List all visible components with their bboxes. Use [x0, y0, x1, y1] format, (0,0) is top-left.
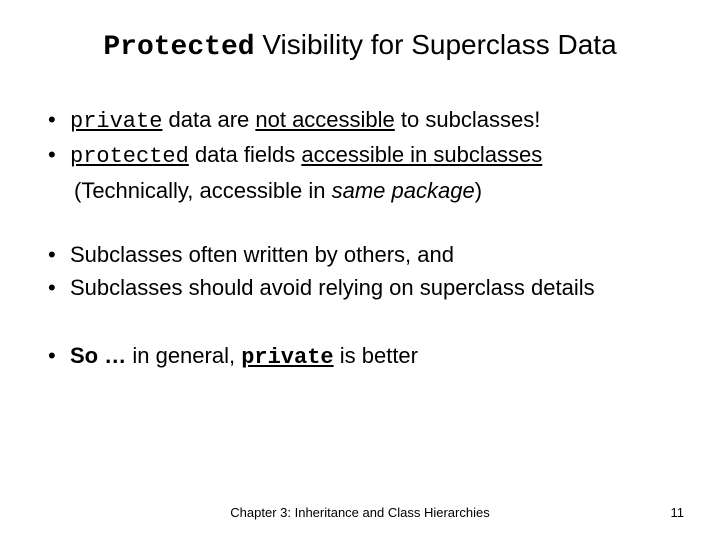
spacer: [40, 307, 680, 341]
bullet-list-2: Subclasses often written by others, and …: [44, 240, 680, 303]
code-private: private: [70, 109, 162, 134]
title-rest: Visibility for Superclass Data: [255, 29, 617, 60]
title-code: Protected: [103, 32, 254, 63]
bullet-list-1: private data are not accessible to subcl…: [44, 105, 680, 172]
text-italic: same package: [332, 178, 475, 203]
bullet-private: private data are not accessible to subcl…: [44, 105, 680, 137]
text: ): [475, 178, 482, 203]
footer-chapter: Chapter 3: Inheritance and Class Hierarc…: [0, 505, 720, 520]
text: in general,: [126, 343, 241, 368]
text-bold: So …: [70, 343, 126, 368]
text: Subclasses often written by others, and: [70, 242, 454, 267]
spacer: [40, 210, 680, 240]
slide-title: Protected Visibility for Superclass Data: [40, 28, 680, 65]
sub-bullet-technically: (Technically, accessible in same package…: [74, 176, 680, 206]
text: (Technically, accessible in: [74, 178, 332, 203]
code-private-bold: private: [241, 345, 333, 370]
slide: Protected Visibility for Superclass Data…: [0, 0, 720, 540]
text: to subclasses!: [395, 107, 541, 132]
bullet-subclasses-avoid: Subclasses should avoid relying on super…: [44, 273, 680, 303]
text: data fields: [189, 142, 302, 167]
footer-page-number: 11: [671, 505, 685, 520]
text: is better: [334, 343, 418, 368]
bullet-conclusion: So … in general, private is better: [44, 341, 680, 373]
code-protected: protected: [70, 144, 189, 169]
bullet-subclasses-others: Subclasses often written by others, and: [44, 240, 680, 270]
text-underline: accessible in subclasses: [301, 142, 542, 167]
bullet-protected: protected data fields accessible in subc…: [44, 140, 680, 172]
text-underline: not accessible: [255, 107, 394, 132]
bullet-list-3: So … in general, private is better: [44, 341, 680, 373]
text: Subclasses should avoid relying on super…: [70, 275, 595, 300]
text: data are: [162, 107, 255, 132]
